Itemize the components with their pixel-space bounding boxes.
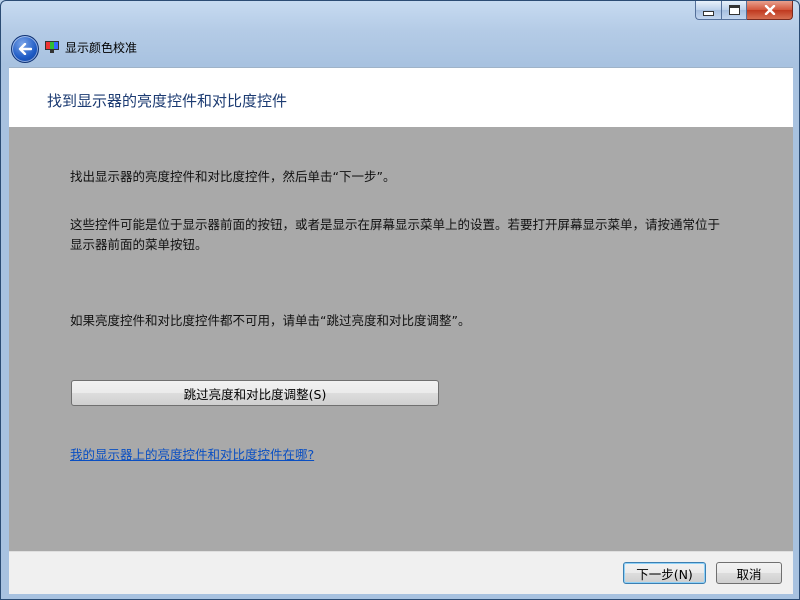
- maximize-icon: [728, 5, 740, 15]
- skip-adjustment-button[interactable]: 跳过亮度和对比度调整(S): [71, 380, 439, 406]
- back-button[interactable]: [11, 35, 39, 63]
- page-title: 找到显示器的亮度控件和对比度控件: [47, 92, 288, 110]
- instruction-text-1: 找出显示器的亮度控件和对比度控件，然后单击“下一步”。: [70, 169, 396, 184]
- calibration-window: 显示颜色校准 找到显示器的亮度控件和对比度控件 找出显示器的亮度控件和对比度控件…: [0, 0, 800, 600]
- page-header: 找到显示器的亮度控件和对比度控件: [9, 67, 793, 128]
- content-area: 找出显示器的亮度控件和对比度控件，然后单击“下一步”。 这些控件可能是位于显示器…: [9, 127, 793, 551]
- minimize-button[interactable]: [695, 1, 721, 20]
- minimize-icon: [703, 11, 714, 16]
- caption-buttons: [695, 1, 793, 21]
- next-button[interactable]: 下一步(N): [623, 562, 706, 584]
- footer-bar: 下一步(N) 取消: [9, 551, 793, 594]
- instruction-text-3: 如果亮度控件和对比度控件都不可用，请单击“跳过亮度和对比度调整”。: [70, 313, 471, 328]
- title-bar: 显示颜色校准: [45, 39, 137, 55]
- close-icon: [764, 5, 775, 15]
- close-button[interactable]: [747, 1, 793, 20]
- monitor-color-icon: [45, 41, 59, 53]
- cancel-button[interactable]: 取消: [716, 562, 782, 584]
- help-link[interactable]: 我的显示器上的亮度控件和对比度控件在哪?: [70, 444, 314, 463]
- maximize-button[interactable]: [721, 1, 747, 20]
- window-title: 显示颜色校准: [65, 40, 138, 55]
- instruction-text-2: 这些控件可能是位于显示器前面的按钮，或者是显示在屏幕显示菜单上的设置。若要打开屏…: [70, 217, 721, 252]
- back-arrow-icon: [18, 43, 32, 55]
